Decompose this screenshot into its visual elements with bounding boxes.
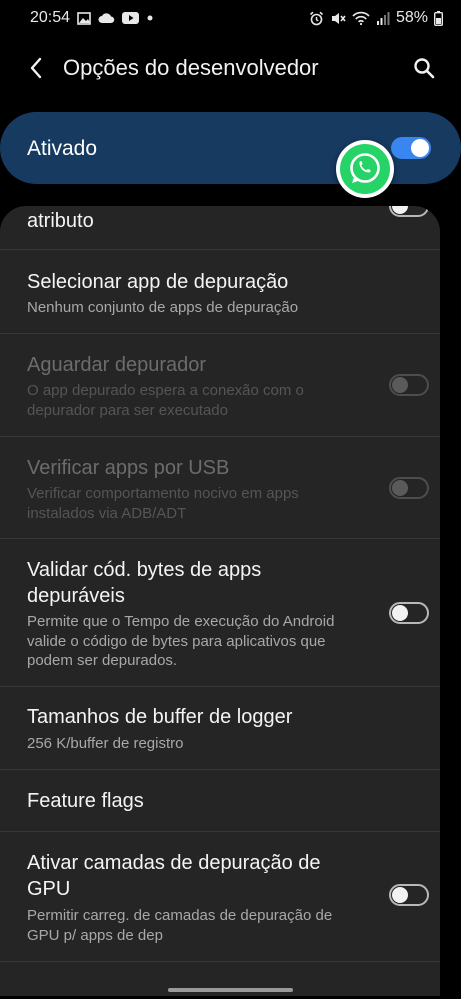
- mute-icon: [330, 11, 346, 26]
- toggle-verify-usb-apps[interactable]: [389, 477, 429, 499]
- search-button[interactable]: [408, 54, 440, 82]
- toggle-knob: [392, 206, 408, 214]
- toggle-validate-bytecode[interactable]: [389, 602, 429, 624]
- dot-icon: [146, 14, 154, 22]
- wifi-icon: [352, 11, 370, 25]
- toggle-wait-debugger[interactable]: [389, 374, 429, 396]
- toggle-knob: [392, 887, 408, 903]
- list-item-feature-flags[interactable]: Feature flags: [0, 770, 440, 832]
- master-switch-label: Ativado: [27, 137, 98, 160]
- toggle-knob: [411, 139, 429, 157]
- whatsapp-chat-head[interactable]: [336, 140, 394, 198]
- youtube-icon: [122, 12, 140, 24]
- item-title: Ativar camadas de depuração de GPU: [27, 852, 321, 900]
- settings-list: atributo Selecionar app de depuração Nen…: [0, 206, 440, 996]
- item-summary: Verificar comportamento nocivo em apps i…: [27, 485, 299, 522]
- list-item-select-debug-app[interactable]: Selecionar app de depuração Nenhum conju…: [0, 250, 440, 334]
- toggle-knob: [392, 480, 408, 496]
- toggle-atributo[interactable]: [389, 206, 429, 217]
- app-bar: Opções do desenvolvedor: [0, 40, 461, 96]
- item-title: Tamanhos de buffer de logger: [27, 706, 293, 728]
- battery-icon: [434, 10, 443, 26]
- signal-icon: [376, 11, 390, 25]
- toggle-knob: [392, 605, 408, 621]
- item-title: Validar cód. bytes de apps depuráveis: [27, 559, 262, 607]
- item-title: Feature flags: [27, 790, 144, 812]
- alarm-icon: [309, 11, 324, 26]
- search-icon: [413, 57, 435, 79]
- item-summary: Permitir carreg. de camadas de depuração…: [27, 907, 333, 944]
- item-summary: 256 K/buffer de registro: [27, 735, 184, 752]
- back-button[interactable]: [22, 54, 50, 82]
- image-icon: [77, 11, 91, 25]
- item-title: Verificar apps por USB: [27, 457, 230, 479]
- battery-percent: 58%: [395, 9, 428, 26]
- status-bar: 20:54 58%: [0, 0, 461, 36]
- back-arrow-icon: [29, 57, 43, 79]
- list-item-logger-buffer[interactable]: Tamanhos de buffer de logger 256 K/buffe…: [0, 687, 440, 770]
- status-right: 58%: [309, 9, 443, 27]
- status-left: 20:54: [30, 9, 154, 27]
- whatsapp-icon: [339, 143, 391, 195]
- list-item-wait-debugger[interactable]: Aguardar depurador O app depurado espera…: [0, 334, 440, 437]
- item-title: Selecionar app de depuração: [27, 271, 289, 293]
- status-time: 20:54: [30, 9, 71, 26]
- item-summary: O app depurado espera a conexão com o de…: [27, 382, 304, 419]
- item-title: atributo: [27, 210, 94, 232]
- page-title: Opções do desenvolvedor: [63, 55, 319, 80]
- list-item-validate-bytecode[interactable]: Validar cód. bytes de apps depuráveis Pe…: [0, 539, 440, 687]
- item-summary: Permite que o Tempo de execução do Andro…: [27, 613, 335, 669]
- home-indicator[interactable]: [168, 988, 293, 992]
- item-summary: Nenhum conjunto de apps de depuração: [27, 299, 299, 316]
- toggle-knob: [392, 377, 408, 393]
- cloud-icon: [98, 12, 115, 24]
- list-item-verify-usb-apps[interactable]: Verificar apps por USB Verificar comport…: [0, 437, 440, 539]
- list-item-gpu-debug-layers[interactable]: Ativar camadas de depuração de GPU Permi…: [0, 832, 440, 962]
- toggle-gpu-debug-layers[interactable]: [389, 884, 429, 906]
- master-toggle[interactable]: [391, 137, 431, 159]
- list-item-atributo[interactable]: atributo: [0, 206, 440, 250]
- item-title: Aguardar depurador: [27, 354, 207, 376]
